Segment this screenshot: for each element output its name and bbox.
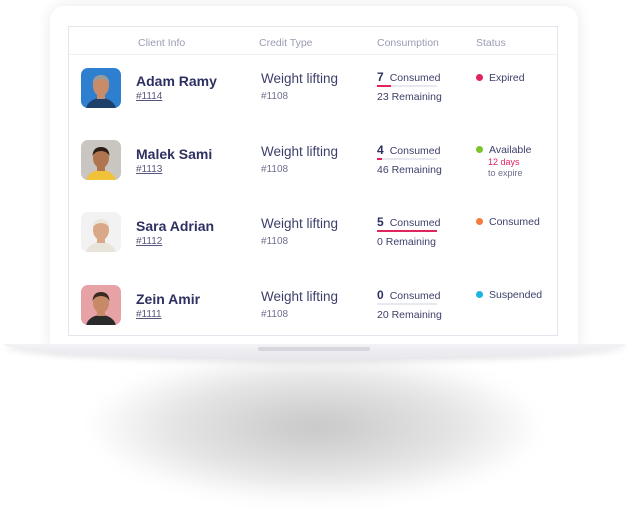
clients-table: Client Info Credit Type Consumption Stat… — [68, 26, 558, 336]
column-header-consumption[interactable]: Consumption — [377, 37, 439, 49]
avatar-malek-sami — [81, 140, 121, 180]
avatar-zein-amir — [81, 285, 121, 325]
consumption-progress-fill — [377, 230, 437, 232]
client-name[interactable]: Sara Adrian — [136, 218, 214, 234]
credit-type: Weight lifting — [261, 144, 339, 159]
consumption-progress-bar — [377, 230, 437, 232]
consumed-number: 5 — [377, 215, 384, 229]
client-id-link[interactable]: #1112 — [136, 236, 162, 247]
status-label: Expired — [489, 72, 525, 84]
consumption-progress-bar — [377, 158, 437, 160]
expiry-caption: to expire — [488, 168, 523, 178]
consumed-number: 4 — [377, 143, 384, 157]
laptop-shadow — [90, 352, 540, 502]
client-id-link[interactable]: #1113 — [136, 164, 162, 175]
status-label: Available — [489, 144, 532, 156]
consumed-label: Consumed — [389, 145, 441, 157]
client-id-link[interactable]: #1111 — [136, 309, 162, 320]
column-header-credit-type[interactable]: Credit Type — [259, 37, 313, 49]
credit-code: #1108 — [261, 309, 289, 320]
credit-type: Weight lifting — [261, 71, 339, 86]
consumption-count: 4 Consumed — [377, 143, 440, 157]
table-header: Client Info Credit Type Consumption Stat… — [69, 27, 557, 55]
expiry-days: 12 days — [488, 157, 520, 167]
remaining-count: 20 Remaining — [377, 309, 442, 321]
credit-type: Weight lifting — [261, 216, 339, 231]
credit-type: Weight lifting — [261, 289, 339, 304]
consumption-progress-bar — [377, 303, 437, 305]
status-label: Consumed — [489, 216, 540, 228]
status-dot-icon — [476, 146, 483, 153]
table-row[interactable]: Adam Ramy #1114 Weight lifting #1108 7 Co… — [69, 60, 557, 132]
credit-code: #1108 — [261, 164, 289, 175]
consumed-label: Consumed — [389, 290, 441, 302]
status-badge: Available — [476, 144, 531, 156]
status-badge: Consumed — [476, 216, 540, 228]
consumed-label: Consumed — [389, 217, 441, 229]
client-id-link[interactable]: #1114 — [136, 91, 162, 102]
remaining-count: 46 Remaining — [377, 164, 442, 176]
consumption-progress-bar — [377, 85, 437, 87]
status-dot-icon — [476, 74, 483, 81]
status-badge: Suspended — [476, 289, 542, 301]
remaining-count: 23 Remaining — [377, 91, 442, 103]
consumption-count: 0 Consumed — [377, 288, 440, 302]
table-row[interactable]: Malek Sami #1113 Weight lifting #1108 4C… — [69, 132, 557, 204]
client-name[interactable]: Malek Sami — [136, 146, 212, 162]
client-name[interactable]: Zein Amir — [136, 291, 200, 307]
consumption-progress-fill — [377, 85, 391, 87]
credit-code: #1108 — [261, 236, 289, 247]
status-badge: Expired — [476, 72, 525, 84]
consumption-progress-fill — [377, 158, 382, 160]
remaining-count: 0 Remaining — [377, 236, 436, 248]
consumption-count: 5 Consumed — [377, 215, 440, 229]
avatar-adam-ramy — [81, 68, 121, 108]
status-dot-icon — [476, 291, 483, 298]
credit-code: #1108 — [261, 91, 289, 102]
table-row[interactable]: Sara Adrian #1112 Weight lifting #1108 5… — [69, 204, 557, 276]
consumed-number: 7 — [377, 70, 384, 84]
column-header-status[interactable]: Status — [476, 37, 506, 49]
consumed-label: Consumed — [389, 72, 441, 84]
column-header-client-info[interactable]: Client Info — [138, 37, 185, 49]
table-row[interactable]: Zein Amir #1111 Weight lifting #1108 0 Co… — [69, 276, 557, 348]
status-dot-icon — [476, 218, 483, 225]
client-name[interactable]: Adam Ramy — [136, 73, 217, 89]
consumed-number: 0 — [377, 288, 384, 302]
consumption-count: 7 Consumed — [377, 70, 440, 84]
status-label: Suspended — [489, 289, 543, 301]
avatar-sara-adrian — [81, 212, 121, 252]
